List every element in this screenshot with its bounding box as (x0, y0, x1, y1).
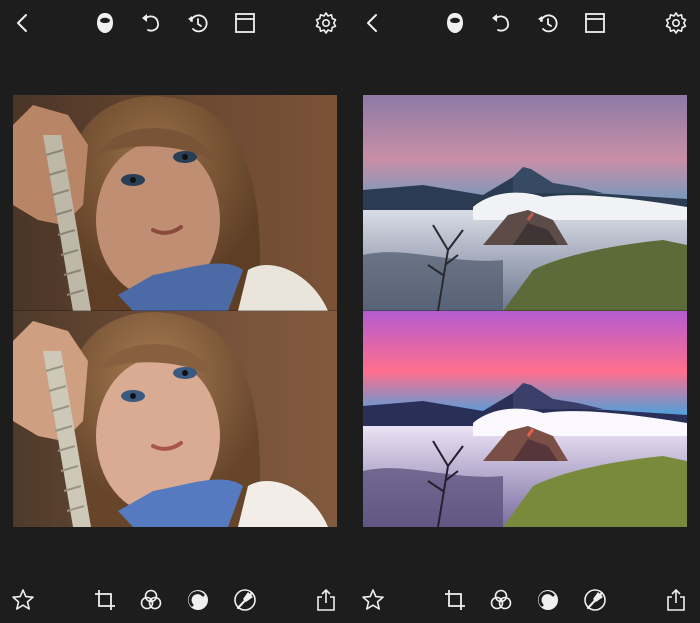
revert-history-icon[interactable] (185, 10, 211, 36)
brush-icon[interactable] (232, 587, 258, 613)
compare-frame-icon[interactable] (582, 10, 608, 36)
edited-portrait-photo (13, 311, 337, 527)
edited-landscape-photo (363, 311, 687, 527)
tone-dial-icon[interactable] (535, 587, 561, 613)
compare-divider[interactable] (13, 310, 337, 311)
bottom-toolbar (0, 577, 350, 623)
compare-divider[interactable] (363, 310, 687, 311)
face-mask-icon[interactable] (442, 10, 468, 36)
back-chevron-icon[interactable] (360, 10, 386, 36)
top-toolbar (350, 0, 700, 46)
tone-dial-icon[interactable] (185, 587, 211, 613)
photo-compare-canvas[interactable] (13, 95, 337, 527)
photo-compare-canvas[interactable] (363, 95, 687, 527)
brush-icon[interactable] (582, 587, 608, 613)
share-icon[interactable] (663, 587, 689, 613)
editor-panel-right (350, 0, 700, 623)
filters-circles-icon[interactable] (138, 587, 164, 613)
top-toolbar (0, 0, 350, 46)
settings-gear-icon[interactable] (663, 10, 689, 36)
back-chevron-icon[interactable] (10, 10, 36, 36)
star-icon[interactable] (360, 587, 386, 613)
share-icon[interactable] (313, 587, 339, 613)
original-portrait-photo (13, 95, 337, 311)
undo-icon[interactable] (488, 10, 514, 36)
settings-gear-icon[interactable] (313, 10, 339, 36)
crop-icon[interactable] (442, 587, 468, 613)
crop-icon[interactable] (92, 587, 118, 613)
editor-panel-left (0, 0, 350, 623)
undo-icon[interactable] (138, 10, 164, 36)
star-icon[interactable] (10, 587, 36, 613)
original-landscape-photo (363, 95, 687, 311)
filters-circles-icon[interactable] (488, 587, 514, 613)
revert-history-icon[interactable] (535, 10, 561, 36)
bottom-toolbar (350, 577, 700, 623)
compare-frame-icon[interactable] (232, 10, 258, 36)
face-mask-icon[interactable] (92, 10, 118, 36)
